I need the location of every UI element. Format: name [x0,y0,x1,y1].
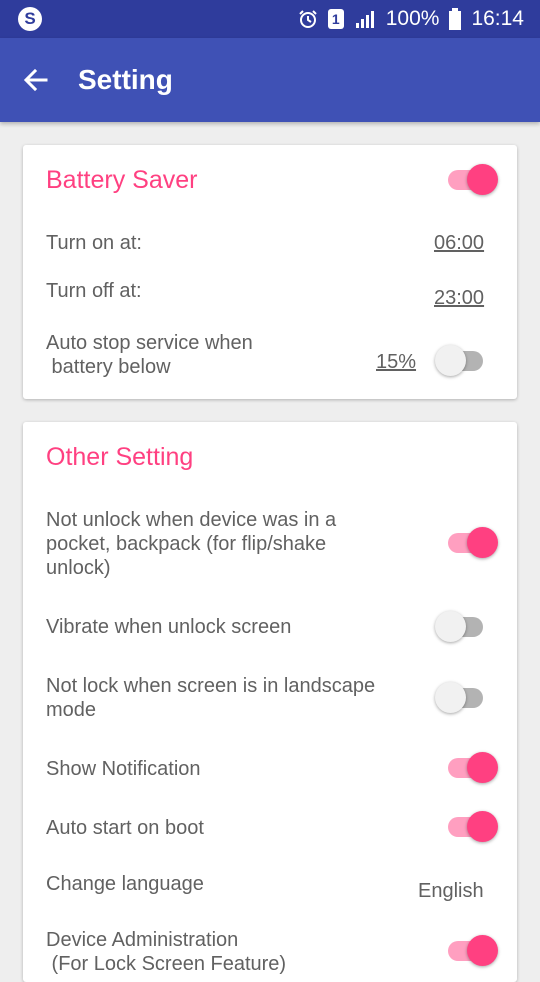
language-label[interactable]: Change language [46,872,204,896]
vibrate-label: Vibrate when unlock screen [46,616,292,638]
autostart-toggle[interactable] [446,810,498,842]
clock: 16:14 [471,7,524,30]
language-value[interactable]: English [418,879,484,903]
turn-on-label: Turn on at: [46,232,142,254]
landscape-label: Not lock when screen is in landscape mod… [46,675,376,721]
landscape-toggle[interactable] [435,681,487,713]
auto-stop-toggle[interactable] [435,344,487,376]
device-admin-label: Device Administration (For Lock Screen F… [46,929,287,975]
status-bar: S 1 100% 16:14 [0,0,540,38]
pocket-toggle[interactable] [446,526,498,558]
turn-off-time[interactable]: 23:00 [434,286,484,310]
sim-icon: 1 [327,9,344,29]
pocket-label: Not unlock when device was in a pocket, … [46,509,337,579]
status-icons: 1 100% 16:14 [298,0,524,38]
turn-off-label: Turn off at: [46,280,142,302]
battery-percent: 100% [385,7,440,30]
auto-stop-label: Auto stop service when battery below [46,332,253,378]
other-setting-card: Other Setting Not unlock when device was… [23,422,517,982]
notification-label: Show Notification [46,758,201,780]
battery-saver-card: Battery Saver Turn on at: 06:00 Turn off… [23,145,517,399]
battery-saver-toggle[interactable] [446,163,498,195]
autostart-label: Auto start on boot [46,817,204,839]
arrow-back-icon[interactable] [20,64,52,96]
page-title: Setting [78,64,173,95]
turn-on-time[interactable]: 06:00 [434,231,484,255]
signal-icon [355,11,374,28]
device-admin-toggle[interactable] [446,934,498,966]
other-setting-title: Other Setting [46,443,194,471]
notification-toggle[interactable] [446,751,498,783]
app-bar: Setting [0,38,540,122]
auto-stop-percent[interactable]: 15% [376,350,416,374]
battery-saver-title: Battery Saver [46,166,198,194]
skype-icon: S [18,7,42,31]
vibrate-toggle[interactable] [435,610,487,642]
alarm-icon [299,10,317,28]
battery-icon [449,8,462,30]
